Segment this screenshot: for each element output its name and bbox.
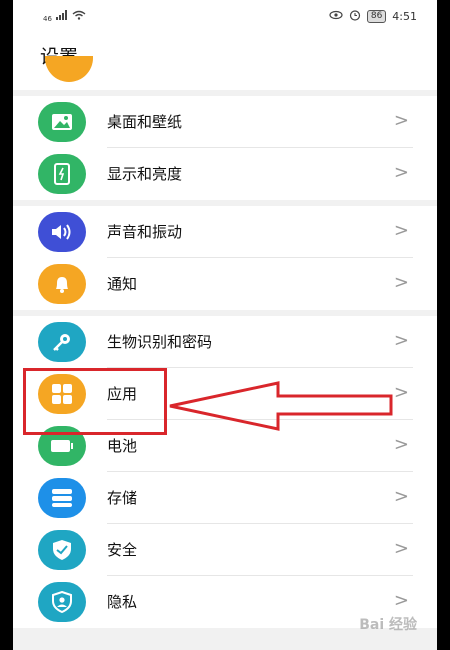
pointer-arrow bbox=[169, 381, 393, 431]
